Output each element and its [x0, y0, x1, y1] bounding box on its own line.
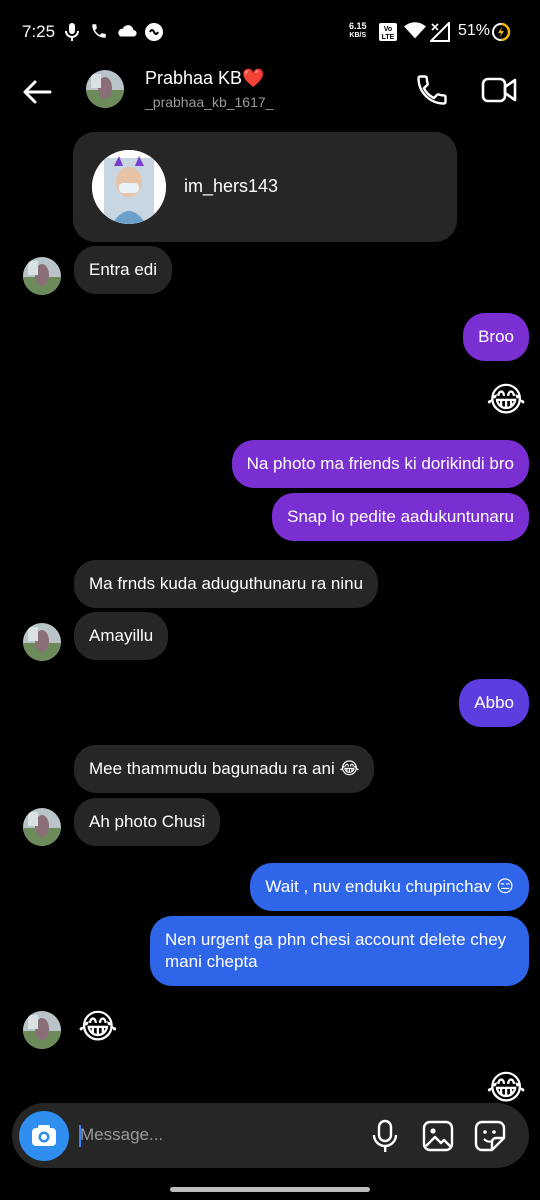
wifi-icon: [404, 22, 426, 39]
message-input[interactable]: Message...: [80, 1125, 163, 1145]
message-incoming[interactable]: Amayillu: [74, 612, 169, 660]
message-emoji-incoming[interactable]: 😂: [78, 1007, 118, 1047]
battery-icon: [492, 22, 511, 42]
signal-icon: [430, 22, 450, 42]
mic-icon: [65, 23, 79, 41]
svg-text:LTE: LTE: [382, 34, 395, 41]
gallery-icon[interactable]: [422, 1120, 454, 1152]
message-outgoing[interactable]: Nen urgent ga phn chesi account delete c…: [150, 916, 529, 986]
message-outgoing[interactable]: Abbo: [459, 679, 529, 727]
back-arrow-icon[interactable]: [20, 74, 56, 110]
message-emoji-outgoing[interactable]: 😂: [486, 1068, 526, 1108]
shared-profile-avatar: [92, 150, 166, 224]
status-bar: 7:25 6.15 KB/S Vo LTE 51%: [0, 0, 540, 64]
shared-profile-card[interactable]: im_hers143: [73, 132, 457, 242]
message-outgoing[interactable]: Broo: [463, 313, 529, 361]
volte-icon: Vo LTE: [379, 23, 397, 41]
link-icon: [145, 23, 163, 41]
status-time: 7:25: [22, 22, 56, 41]
message-incoming[interactable]: Entra edi: [74, 246, 173, 294]
sender-avatar[interactable]: [23, 1011, 61, 1049]
cloud-icon: [118, 25, 137, 37]
camera-button[interactable]: [19, 1111, 69, 1161]
sticker-icon[interactable]: [474, 1120, 506, 1152]
sender-avatar[interactable]: [23, 623, 61, 661]
voice-call-icon[interactable]: [414, 72, 450, 108]
message-incoming[interactable]: Ma frnds kuda aduguthunaru ra ninu: [74, 560, 379, 608]
message-composer: Message...: [12, 1103, 529, 1168]
svg-text:Vo: Vo: [384, 26, 392, 33]
contact-username[interactable]: _prabhaa_kb_1617_: [145, 94, 273, 110]
chat-header: Prabhaa KB❤️ _prabhaa_kb_1617_: [0, 64, 540, 124]
battery-percent: 51%: [458, 22, 491, 39]
camera-icon: [32, 1125, 56, 1146]
video-call-icon[interactable]: [480, 72, 518, 108]
message-outgoing[interactable]: Na photo ma friends ki dorikindi bro: [231, 440, 529, 488]
contact-avatar[interactable]: [86, 70, 124, 108]
home-indicator[interactable]: [170, 1187, 370, 1192]
message-incoming[interactable]: Ah photo Chusi: [74, 798, 221, 846]
sender-avatar[interactable]: [23, 808, 61, 846]
shared-profile-username: im_hers143: [184, 176, 279, 196]
sender-avatar[interactable]: [23, 257, 61, 295]
message-emoji-outgoing[interactable]: 😂: [486, 380, 526, 420]
net-speed: 6.15 KB/S: [349, 21, 367, 40]
message-outgoing[interactable]: Wait , nuv enduku chupinchav 😑: [250, 863, 529, 911]
phone-icon: [92, 24, 106, 38]
message-outgoing[interactable]: Snap lo pedite aadukuntunaru: [272, 493, 529, 541]
message-incoming[interactable]: Mee thammudu bagunadu ra ani 😂: [74, 745, 375, 793]
microphone-icon[interactable]: [370, 1119, 400, 1153]
contact-name[interactable]: Prabhaa KB❤️: [145, 68, 264, 89]
